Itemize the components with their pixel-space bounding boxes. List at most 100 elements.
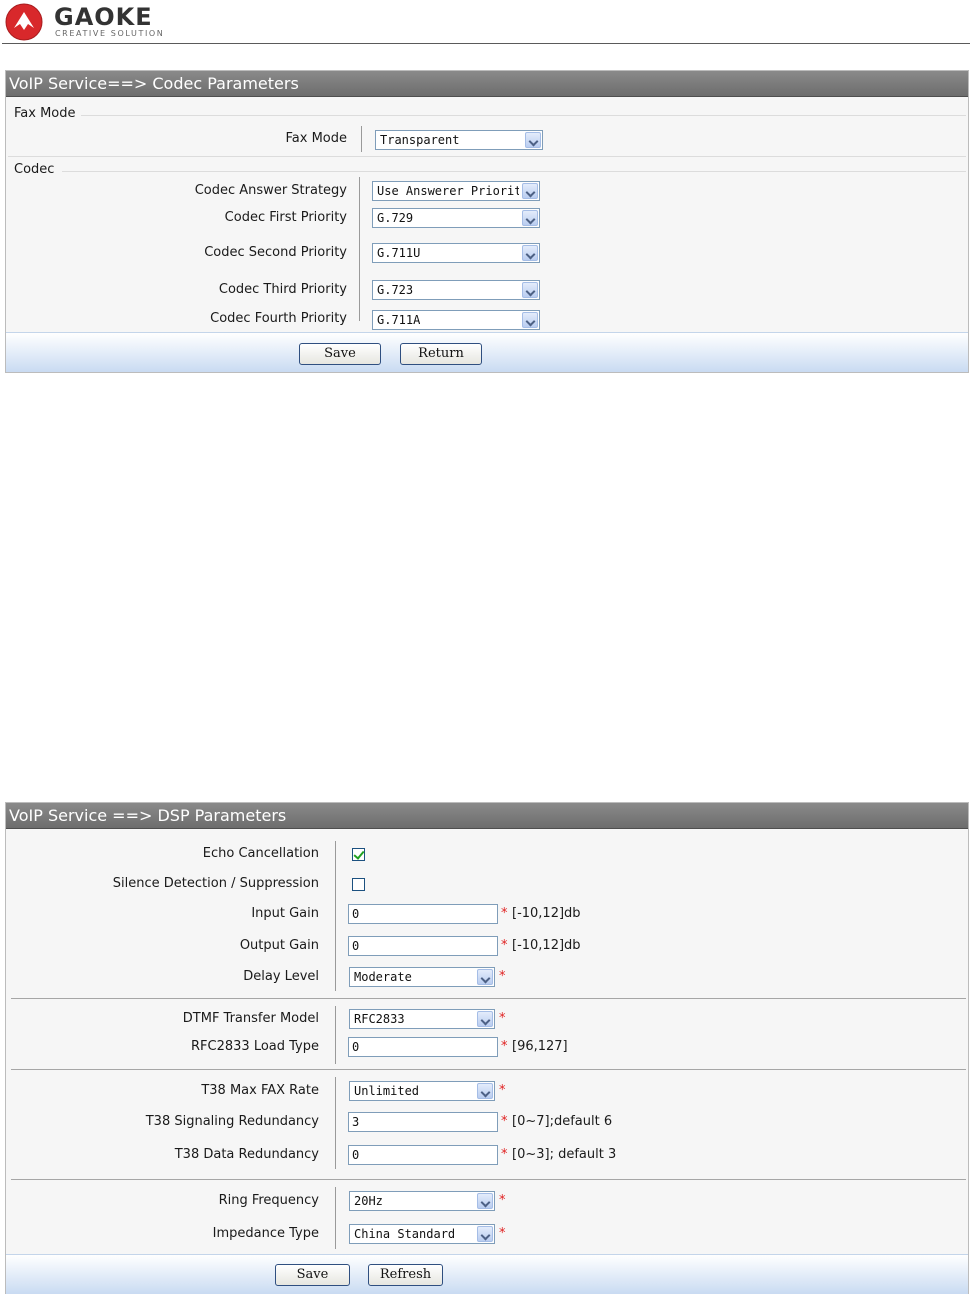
dsp-group3-divider	[335, 1077, 336, 1169]
save-button[interactable]: Save	[299, 343, 381, 365]
silence-detection-checkbox[interactable]	[352, 878, 365, 891]
codec-divider	[359, 177, 360, 321]
rfc2833-load-type-field[interactable]: 0	[348, 1037, 498, 1057]
codec-first-priority-value: G.729	[377, 211, 414, 225]
output-gain-hint: [-10,12]db	[512, 938, 581, 953]
required-marker: *	[499, 969, 506, 984]
ring-frequency-select[interactable]: 20Hz	[349, 1191, 495, 1211]
save-button[interactable]: Save	[275, 1264, 350, 1286]
brand-header: GAOKE CREATIVE SOLUTION	[4, 0, 304, 42]
dsp-parameters-panel: VoIP Service ==> DSP Parameters Echo Can…	[5, 802, 969, 1294]
codec-first-priority-label: Codec First Priority	[224, 210, 347, 225]
rfc2833-load-type-label: RFC2833 Load Type	[191, 1039, 319, 1054]
codec-section-heading: Codec	[14, 162, 55, 177]
fax-mode-select[interactable]: Transparent	[375, 130, 543, 150]
header-divider	[2, 43, 970, 44]
required-marker: *	[501, 938, 508, 953]
codec-answer-strategy-label: Codec Answer Strategy	[194, 183, 347, 198]
echo-cancellation-label: Echo Cancellation	[202, 846, 319, 861]
output-gain-label: Output Gain	[239, 938, 319, 953]
t38-max-fax-rate-select[interactable]: Unlimited	[349, 1081, 495, 1101]
dsp-group1-divider	[335, 841, 336, 991]
codec-fourth-priority-label: Codec Fourth Priority	[210, 311, 347, 326]
required-marker: *	[501, 1114, 508, 1129]
t38-data-redundancy-hint: [0~3]; default 3	[512, 1147, 617, 1162]
fax-section-bottom-rule	[8, 156, 966, 157]
output-gain-field[interactable]: 0	[348, 936, 498, 956]
required-marker: *	[501, 906, 508, 921]
refresh-button[interactable]: Refresh	[368, 1264, 443, 1286]
silence-detection-label: Silence Detection / Suppression	[112, 876, 319, 891]
codec-parameters-panel: VoIP Service==> Codec Parameters Fax Mod…	[5, 70, 969, 373]
codec-third-priority-value: G.723	[377, 283, 414, 297]
ring-frequency-value: 20Hz	[354, 1194, 383, 1208]
chevron-down-icon	[522, 282, 538, 298]
t38-max-fax-rate-label: T38 Max FAX Rate	[201, 1083, 319, 1098]
codec-fourth-priority-value: G.711A	[377, 313, 421, 327]
delay-level-label: Delay Level	[243, 969, 319, 984]
brand-name: GAOKE	[54, 3, 153, 31]
codec-section-rule	[62, 171, 966, 172]
chevron-down-icon	[522, 245, 538, 261]
rfc2833-load-type-hint: [96,127]	[512, 1039, 568, 1054]
input-gain-hint: [-10,12]db	[512, 906, 581, 921]
dsp-group4-divider	[335, 1187, 336, 1249]
codec-second-priority-value: G.711U	[377, 246, 421, 260]
required-marker: *	[499, 1193, 506, 1208]
required-marker: *	[501, 1039, 508, 1054]
chevron-down-icon	[477, 969, 493, 985]
impedance-type-label: Impedance Type	[212, 1226, 319, 1241]
t38-data-redundancy-label: T38 Data Redundancy	[174, 1147, 319, 1162]
dtmf-transfer-model-select[interactable]: RFC2833	[349, 1009, 495, 1029]
dsp-group2-divider	[335, 1006, 336, 1064]
chevron-down-icon	[522, 183, 538, 199]
codec-second-priority-select[interactable]: G.711U	[372, 243, 540, 263]
fax-mode-label: Fax Mode	[285, 131, 348, 146]
ring-frequency-label: Ring Frequency	[218, 1193, 319, 1208]
codec-third-priority-select[interactable]: G.723	[372, 280, 540, 300]
codec-panel-footer: Save Return	[6, 332, 968, 372]
delay-level-select[interactable]: Moderate	[349, 967, 495, 987]
t38-max-fax-rate-value: Unlimited	[354, 1084, 420, 1098]
codec-answer-strategy-select[interactable]: Use Answerer Priority	[372, 181, 540, 201]
codec-second-priority-label: Codec Second Priority	[204, 245, 347, 260]
t38-signaling-redundancy-field[interactable]: 3	[348, 1112, 498, 1132]
echo-cancellation-checkbox[interactable]	[352, 848, 365, 861]
brand-tagline: CREATIVE SOLUTION	[55, 29, 165, 38]
required-marker: *	[499, 1083, 506, 1098]
chevron-down-icon	[477, 1083, 493, 1099]
impedance-type-select[interactable]: China Standard	[349, 1224, 495, 1244]
chevron-down-icon	[477, 1226, 493, 1242]
required-marker: *	[501, 1147, 508, 1162]
t38-signaling-redundancy-hint: [0~7];default 6	[512, 1114, 613, 1129]
chevron-down-icon	[525, 132, 541, 148]
dsp-panel-title: VoIP Service ==> DSP Parameters	[6, 803, 968, 829]
dsp-group-separator	[11, 1179, 966, 1180]
codec-fourth-priority-select[interactable]: G.711A	[372, 310, 540, 330]
fax-section-rule	[81, 115, 966, 116]
fax-mode-section-heading: Fax Mode	[14, 106, 76, 121]
fax-mode-divider	[361, 126, 362, 152]
chevron-down-icon	[522, 210, 538, 226]
gaoke-logo-icon	[5, 3, 43, 41]
codec-answer-strategy-value: Use Answerer Priority	[377, 184, 519, 198]
dtmf-transfer-model-label: DTMF Transfer Model	[182, 1011, 319, 1026]
dtmf-transfer-model-value: RFC2833	[354, 1012, 405, 1026]
fax-mode-select-value: Transparent	[380, 133, 460, 147]
codec-third-priority-label: Codec Third Priority	[218, 282, 347, 297]
input-gain-field[interactable]: 0	[348, 904, 498, 924]
required-marker: *	[499, 1011, 506, 1026]
delay-level-value: Moderate	[354, 970, 412, 984]
return-button[interactable]: Return	[400, 343, 482, 365]
chevron-down-icon	[477, 1011, 493, 1027]
required-marker: *	[499, 1226, 506, 1241]
codec-panel-title: VoIP Service==> Codec Parameters	[6, 71, 968, 97]
codec-first-priority-select[interactable]: G.729	[372, 208, 540, 228]
input-gain-label: Input Gain	[251, 906, 319, 921]
chevron-down-icon	[477, 1193, 493, 1209]
dsp-panel-footer: Save Refresh	[6, 1254, 968, 1294]
t38-data-redundancy-field[interactable]: 0	[348, 1145, 498, 1165]
t38-signaling-redundancy-label: T38 Signaling Redundancy	[145, 1114, 319, 1129]
dsp-group-separator	[11, 1069, 966, 1070]
dsp-group-separator	[11, 998, 966, 999]
